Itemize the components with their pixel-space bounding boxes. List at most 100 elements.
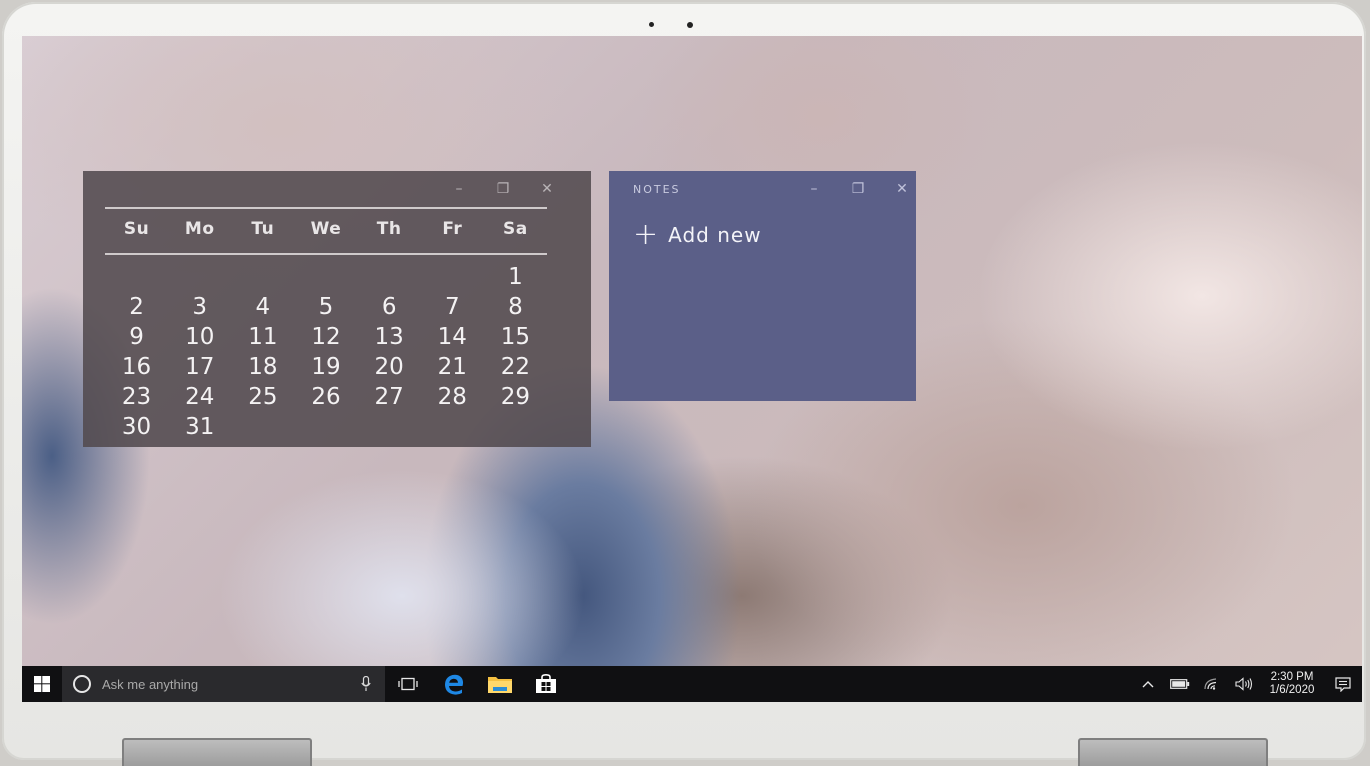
- calendar-empty-cell: [231, 265, 294, 290]
- calendar-day[interactable]: 27: [358, 385, 421, 410]
- edge-button[interactable]: [431, 666, 477, 702]
- desktop-wallpaper: – ❐ ✕ Su Mo Tu We Th Fr Sa 1 2 3 4 5 6 7 8 9 10 11…: [22, 36, 1362, 702]
- calendar-day[interactable]: 17: [168, 355, 231, 380]
- action-center-button[interactable]: [1324, 666, 1362, 702]
- chevron-up-icon: [1142, 681, 1154, 688]
- calendar-top-divider: [105, 207, 547, 209]
- calendar-day[interactable]: 11: [231, 325, 294, 350]
- calendar-day[interactable]: 31: [168, 415, 231, 440]
- calendar-day[interactable]: 2: [105, 295, 168, 320]
- calendar-empty-cell: [294, 265, 357, 290]
- add-new-label: Add new: [668, 223, 762, 247]
- weekday-label: Tu: [251, 219, 275, 239]
- calendar-empty-cell: [421, 415, 484, 440]
- calendar-day[interactable]: 29: [484, 385, 547, 410]
- calendar-day[interactable]: 5: [294, 295, 357, 320]
- edge-icon: [445, 674, 464, 695]
- system-tray: 2:30 PM 1/6/2020: [1132, 666, 1362, 702]
- weekday-label: Su: [123, 219, 150, 239]
- restore-button[interactable]: ❐: [836, 181, 880, 197]
- calendar-day[interactable]: 24: [168, 385, 231, 410]
- clock-date: 1/6/2020: [1269, 684, 1315, 696]
- calendar-day[interactable]: 12: [294, 325, 357, 350]
- calendar-empty-cell: [294, 415, 357, 440]
- minimize-button[interactable]: –: [437, 181, 481, 197]
- add-new-note-button[interactable]: + Add new: [633, 217, 762, 252]
- calendar-empty-cell: [358, 415, 421, 440]
- calendar-window-controls: – ❐ ✕: [437, 181, 569, 197]
- weekday-label: We: [310, 219, 342, 239]
- calendar-day[interactable]: 4: [231, 295, 294, 320]
- calendar-weekday-header: Su Mo Tu We Th Fr Sa: [105, 219, 547, 239]
- calendar-day[interactable]: 9: [105, 325, 168, 350]
- calendar-day[interactable]: 28: [421, 385, 484, 410]
- volume-button[interactable]: [1228, 666, 1260, 702]
- plus-icon: +: [633, 217, 659, 252]
- clock-button[interactable]: 2:30 PM 1/6/2020: [1260, 671, 1324, 697]
- restore-button[interactable]: ❐: [481, 181, 525, 197]
- calendar-day[interactable]: 10: [168, 325, 231, 350]
- calendar-day-grid: 1 2 3 4 5 6 7 8 9 10 11 12 13 14 15 16 17 18 19 20 21 22 23 24 2…: [105, 265, 547, 440]
- left-hinge: [122, 738, 312, 766]
- store-icon: [536, 674, 556, 693]
- sensor-dot: [649, 22, 654, 27]
- calendar-day[interactable]: 20: [358, 355, 421, 380]
- calendar-day[interactable]: 1: [484, 265, 547, 290]
- calendar-day[interactable]: 14: [421, 325, 484, 350]
- windows-logo-icon: [34, 676, 50, 692]
- clock-time: 2:30 PM: [1270, 671, 1314, 683]
- wifi-icon: [1204, 678, 1217, 690]
- task-view-icon: [398, 677, 418, 691]
- close-button[interactable]: ✕: [880, 181, 924, 197]
- calendar-day[interactable]: 7: [421, 295, 484, 320]
- weekday-label: Sa: [503, 219, 528, 239]
- calendar-day[interactable]: 16: [105, 355, 168, 380]
- camera-icon: [687, 22, 693, 28]
- calendar-day[interactable]: 22: [484, 355, 547, 380]
- file-explorer-button[interactable]: [477, 666, 523, 702]
- right-hinge: [1078, 738, 1268, 766]
- calendar-day[interactable]: 23: [105, 385, 168, 410]
- calendar-empty-cell: [231, 415, 294, 440]
- calendar-day[interactable]: 21: [421, 355, 484, 380]
- battery-button[interactable]: [1164, 666, 1196, 702]
- calendar-empty-cell: [421, 265, 484, 290]
- taskbar: 2:30 PM 1/6/2020: [22, 666, 1362, 702]
- calendar-day[interactable]: 30: [105, 415, 168, 440]
- calendar-day[interactable]: 13: [358, 325, 421, 350]
- network-button[interactable]: [1196, 666, 1228, 702]
- notes-widget: NOTES – ❐ ✕ + Add new: [609, 171, 916, 401]
- battery-icon: [1170, 679, 1190, 689]
- notes-window-controls: – ❐ ✕: [792, 181, 924, 197]
- search-box[interactable]: [62, 666, 385, 702]
- minimize-button[interactable]: –: [792, 181, 836, 197]
- calendar-day[interactable]: 15: [484, 325, 547, 350]
- close-button[interactable]: ✕: [525, 181, 569, 197]
- search-input[interactable]: [100, 675, 344, 693]
- calendar-widget: – ❐ ✕ Su Mo Tu We Th Fr Sa 1 2 3 4 5 6 7 8 9 10 11…: [83, 171, 591, 447]
- cortana-icon: [73, 675, 91, 693]
- weekday-label: Fr: [442, 219, 463, 239]
- calendar-day[interactable]: 8: [484, 295, 547, 320]
- calendar-day[interactable]: 25: [231, 385, 294, 410]
- action-center-icon: [1335, 676, 1351, 692]
- file-explorer-icon: [488, 677, 512, 693]
- volume-icon: [1235, 677, 1253, 691]
- show-hidden-icons-button[interactable]: [1132, 666, 1164, 702]
- calendar-day[interactable]: 26: [294, 385, 357, 410]
- task-view-button[interactable]: [385, 666, 431, 702]
- notes-title: NOTES: [633, 183, 681, 196]
- calendar-day[interactable]: 6: [358, 295, 421, 320]
- calendar-empty-cell: [358, 265, 421, 290]
- microphone-icon[interactable]: [361, 676, 371, 692]
- calendar-header-divider: [105, 253, 547, 255]
- calendar-empty-cell: [168, 265, 231, 290]
- calendar-day[interactable]: 3: [168, 295, 231, 320]
- weekday-label: Th: [376, 219, 402, 239]
- store-button[interactable]: [523, 666, 569, 702]
- calendar-empty-cell: [105, 265, 168, 290]
- weekday-label: Mo: [184, 219, 215, 239]
- calendar-day[interactable]: 18: [231, 355, 294, 380]
- start-button[interactable]: [22, 666, 62, 702]
- calendar-day[interactable]: 19: [294, 355, 357, 380]
